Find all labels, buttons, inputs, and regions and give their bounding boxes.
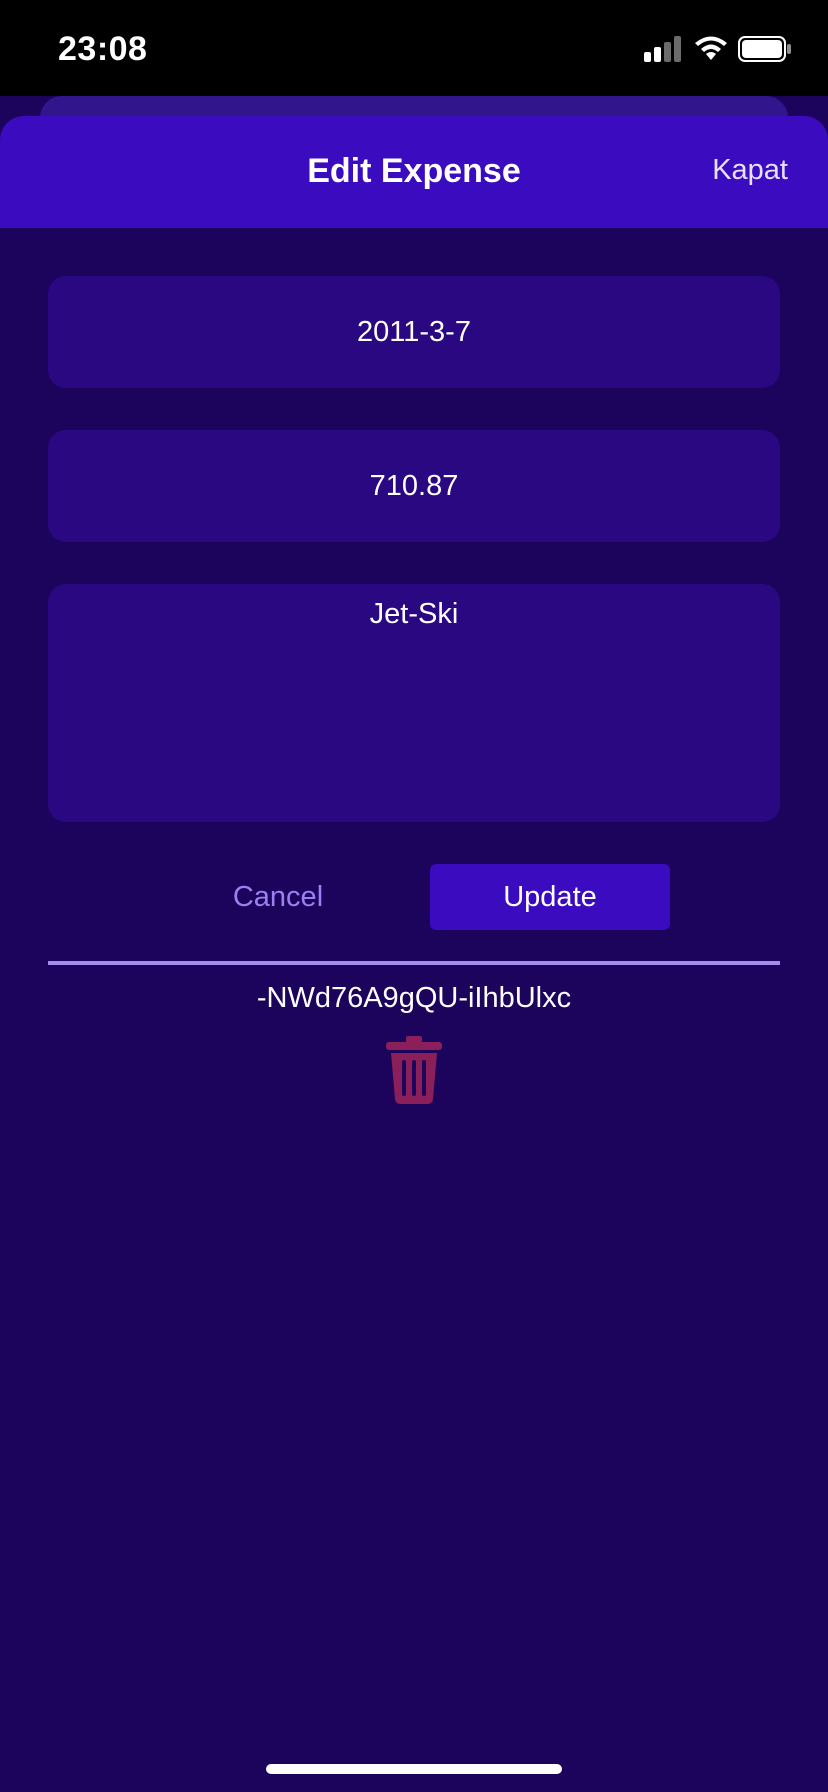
record-id: -NWd76A9gQU-iIhbUlxc — [256, 982, 572, 1014]
battery-icon — [738, 36, 791, 62]
wifi-icon — [695, 36, 727, 60]
trash-icon[interactable] — [384, 1036, 444, 1104]
date-value: 2011-3-7 — [357, 315, 471, 348]
signal-icon — [644, 36, 681, 62]
amount-field[interactable]: 710.87 — [48, 430, 780, 542]
close-button[interactable]: Kapat — [712, 154, 788, 187]
date-field[interactable]: 2011-3-7 — [48, 276, 780, 388]
status-time: 23:08 — [58, 30, 148, 68]
description-value: Jet-Ski — [369, 598, 459, 630]
modal-header: Edit Expense Kapat — [0, 116, 828, 228]
amount-value: 710.87 — [369, 469, 459, 502]
home-indicator — [266, 1764, 562, 1774]
status-icons — [644, 34, 792, 64]
description-field[interactable]: Jet-Ski — [48, 584, 780, 822]
cancel-button[interactable]: Cancel — [200, 864, 356, 930]
page-title: Edit Expense — [307, 152, 521, 190]
divider — [48, 961, 780, 965]
status-bar: 23:08 — [0, 0, 828, 96]
update-button[interactable]: Update — [430, 864, 670, 930]
